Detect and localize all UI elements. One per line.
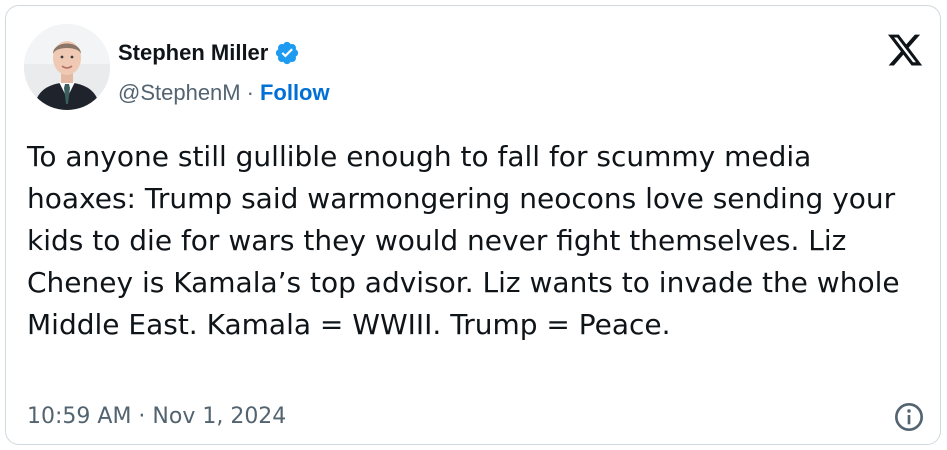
author-handle-row: @StephenM · Follow <box>118 78 330 108</box>
x-logo-icon[interactable] <box>885 31 925 69</box>
author-name[interactable]: Stephen Miller <box>118 40 268 66</box>
tweet-text: To anyone still gullible enough to fall … <box>27 140 900 341</box>
follow-button[interactable]: Follow <box>260 80 330 106</box>
verified-badge-icon <box>274 40 300 66</box>
tweet-card: Stephen Miller @StephenM · Follow To any… <box>5 5 941 445</box>
author-name-row: Stephen Miller <box>118 37 300 69</box>
author-handle[interactable]: @StephenM <box>118 80 241 106</box>
author-avatar[interactable] <box>24 24 110 110</box>
tweet-timestamp[interactable]: 10:59 AM · Nov 1, 2024 <box>27 401 286 433</box>
separator-dot: · <box>246 80 254 105</box>
avatar-photo <box>24 24 110 110</box>
info-icon[interactable] <box>893 401 925 433</box>
